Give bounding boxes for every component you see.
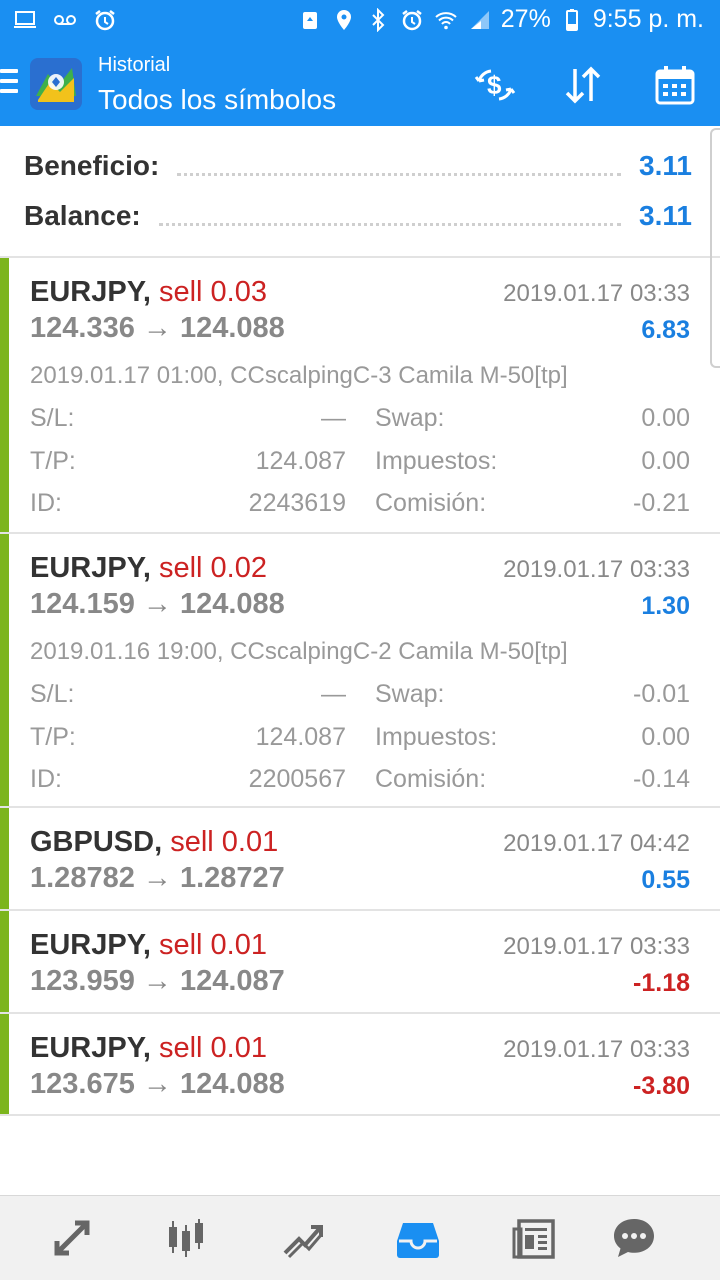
profit-row: Beneficio: 3.11	[24, 146, 692, 186]
voicemail-icon	[52, 7, 78, 33]
trade-row[interactable]: EURJPY, sell 0.01 123.675 → 124.088 2019…	[0, 1014, 720, 1116]
trade-profit: -1.18	[633, 969, 690, 997]
trade-marker	[0, 1014, 9, 1114]
trade-close-time: 2019.01.17 03:33	[503, 556, 690, 583]
profit-value: 3.11	[639, 150, 692, 181]
history-icon[interactable]	[390, 1212, 446, 1264]
tax-label: Impuestos:	[375, 723, 498, 751]
tp-label: T/P:	[30, 723, 76, 751]
balance-label: Balance:	[24, 200, 141, 231]
swap-label: Swap:	[375, 404, 445, 432]
trade-comment: 2019.01.17 01:00, CCscalpingC-3 Camila M…	[30, 362, 568, 389]
tax-value: 0.00	[641, 723, 690, 751]
summary-panel: Beneficio: 3.11 Balance: 3.11	[0, 126, 720, 258]
trade-marker	[0, 808, 9, 909]
chat-icon[interactable]	[606, 1212, 662, 1264]
battery-percent: 27%	[500, 5, 551, 33]
commission-value: -0.14	[633, 765, 690, 793]
currency-exchange-icon[interactable]: $	[470, 62, 520, 108]
commission-label: Comisión:	[375, 765, 487, 793]
trade-symbol: EURJPY, sell 0.01	[30, 929, 267, 961]
tax-label: Impuestos:	[375, 447, 498, 475]
trade-marker	[0, 534, 9, 806]
trade-type: sell 0.01	[158, 1032, 267, 1064]
bottom-navigation	[0, 1195, 720, 1280]
dotted-leader	[158, 218, 622, 226]
dotted-leader	[177, 168, 622, 176]
trade-marker	[0, 911, 9, 1012]
laptop-icon	[12, 7, 38, 33]
tp-value: 124.087	[255, 723, 346, 751]
profit-label: Beneficio:	[24, 150, 160, 181]
trade-icon[interactable]	[274, 1212, 330, 1264]
commission-label: Comisión:	[375, 489, 487, 517]
sl-value: —	[321, 680, 346, 708]
clock: 9:55 p. m.	[592, 5, 704, 33]
trade-symbol: EURJPY, sell 0.01	[30, 1032, 267, 1064]
swap-value: 0.00	[641, 404, 690, 432]
swap-label: Swap:	[375, 680, 445, 708]
app-bar: Historial Todos los símbolos $	[0, 42, 720, 126]
trade-close-time: 2019.01.17 03:33	[503, 1036, 690, 1063]
calendar-icon[interactable]	[650, 62, 700, 108]
sl-label: S/L:	[30, 404, 75, 432]
trade-type: sell 0.01	[170, 826, 279, 858]
header-subtitle: Historial	[98, 54, 171, 76]
trade-close-time: 2019.01.17 03:33	[503, 933, 690, 960]
news-icon[interactable]	[506, 1212, 562, 1264]
alarm-icon	[92, 7, 118, 33]
trade-profit: 0.55	[641, 866, 690, 894]
sl-value: —	[321, 404, 346, 432]
trade-symbol: GBPUSD, sell 0.01	[30, 826, 279, 858]
battery-icon	[559, 7, 585, 33]
id-label: ID:	[30, 489, 62, 517]
trade-profit: 1.30	[641, 592, 690, 620]
sl-label: S/L:	[30, 680, 75, 708]
balance-row: Balance: 3.11	[24, 196, 692, 236]
alarm-icon	[399, 7, 425, 33]
trade-row[interactable]: EURJPY, sell 0.01 123.959 → 124.087 2019…	[0, 911, 720, 1014]
commission-value: -0.21	[633, 489, 690, 517]
trade-marker	[0, 258, 9, 532]
trade-row[interactable]: EURJPY, sell 0.03 124.336 → 124.088 2019…	[0, 258, 720, 534]
metatrader-logo[interactable]	[28, 56, 84, 112]
wifi-icon	[433, 7, 459, 33]
trade-type: sell 0.02	[158, 552, 267, 584]
location-icon	[331, 7, 357, 33]
tp-label: T/P:	[30, 447, 76, 475]
svg-text:$: $	[487, 70, 502, 100]
sort-icon[interactable]	[558, 62, 608, 108]
tax-value: 0.00	[641, 447, 690, 475]
trade-prices: 124.336 → 124.088	[30, 312, 285, 344]
trade-row[interactable]: GBPUSD, sell 0.01 1.28782 → 1.28727 2019…	[0, 808, 720, 911]
signal-icon	[467, 7, 493, 33]
tp-value: 124.087	[255, 447, 346, 475]
trade-prices: 123.959 → 124.087	[30, 965, 285, 997]
trade-symbol: EURJPY, sell 0.03	[30, 276, 267, 308]
balance-value: 3.11	[639, 200, 692, 231]
id-value: 2243619	[248, 489, 346, 517]
recycle-icon	[297, 7, 323, 33]
trade-type: sell 0.01	[158, 929, 267, 961]
trade-type: sell 0.03	[158, 276, 267, 308]
bluetooth-icon	[365, 7, 391, 33]
id-label: ID:	[30, 765, 62, 793]
trade-prices: 1.28782 → 1.28727	[30, 862, 285, 894]
status-bar: 27% 9:55 p. m.	[0, 0, 720, 42]
menu-icon[interactable]	[0, 69, 18, 99]
trade-profit: 6.83	[641, 316, 690, 344]
chart-icon[interactable]	[158, 1212, 214, 1264]
header-title: Todos los símbolos	[98, 84, 337, 115]
trade-row[interactable]: EURJPY, sell 0.02 124.159 → 124.088 2019…	[0, 534, 720, 808]
trade-close-time: 2019.01.17 04:42	[503, 830, 690, 857]
trade-prices: 123.675 → 124.088	[30, 1068, 285, 1100]
trade-profit: -3.80	[633, 1072, 690, 1100]
trade-symbol: EURJPY, sell 0.02	[30, 552, 267, 584]
trade-comment: 2019.01.16 19:00, CCscalpingC-2 Camila M…	[30, 638, 568, 665]
trade-prices: 124.159 → 124.088	[30, 588, 285, 620]
swap-value: -0.01	[633, 680, 690, 708]
id-value: 2200567	[248, 765, 346, 793]
quotes-icon[interactable]	[44, 1212, 100, 1264]
trade-close-time: 2019.01.17 03:33	[503, 280, 690, 307]
